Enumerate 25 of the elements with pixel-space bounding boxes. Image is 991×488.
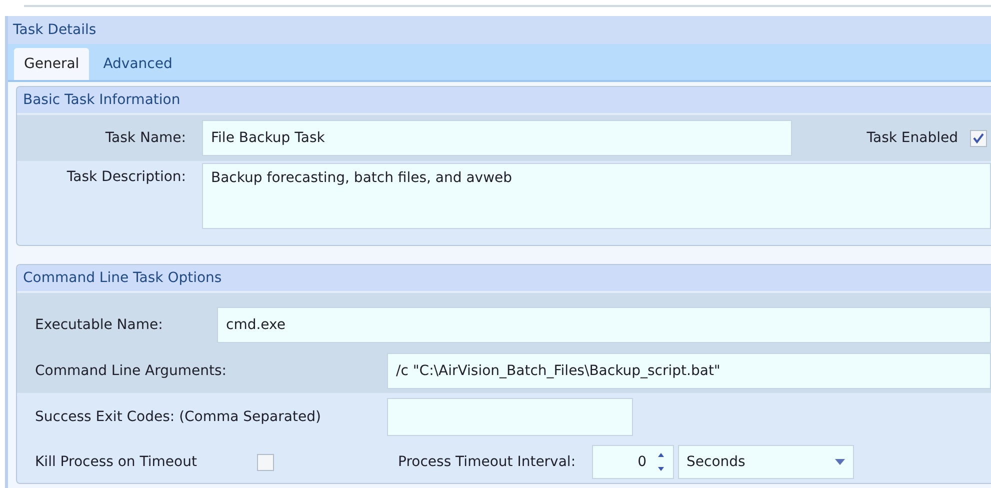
group-title: Basic Task Information [17, 87, 991, 115]
field-label: Task Description: [66, 168, 187, 185]
checkbox[interactable] [970, 130, 987, 146]
field-label: Executable Name: [34, 317, 164, 333]
checkbox[interactable] [257, 454, 274, 470]
caret-icon [834, 459, 845, 465]
unit-dropdown[interactable]: Seconds [678, 445, 854, 479]
checkmark-icon [973, 132, 984, 144]
field-label: Command Line Arguments: [34, 363, 228, 379]
field-label: Task Name: [104, 130, 187, 146]
checkbox-label: Task Enabled [866, 130, 958, 146]
panel-title: Task Details [12, 21, 98, 40]
timeout-spinner[interactable]: 0 [592, 445, 674, 479]
spinner-arrows-icon [656, 451, 665, 473]
checkbox-label: Kill Process on Timeout [34, 454, 198, 470]
field-label: Success Exit Codes: (Comma Separated) [34, 409, 322, 425]
executable-field[interactable]: cmd.exe [217, 307, 991, 343]
task-name-field[interactable]: File Backup Task [202, 120, 792, 156]
tab[interactable]: Advanced [93, 48, 182, 80]
task-description-field[interactable]: Backup forecasting, batch files, and avweb [202, 163, 991, 229]
tab[interactable]: General [14, 48, 90, 80]
group-title: Command Line Task Options [17, 265, 991, 293]
field-label: Process Timeout Interval: [397, 454, 577, 470]
arguments-field[interactable]: /c "C:\AirVision_Batch_Files\Backup_script.bat" [387, 353, 991, 389]
exit-codes-field[interactable] [387, 398, 633, 436]
